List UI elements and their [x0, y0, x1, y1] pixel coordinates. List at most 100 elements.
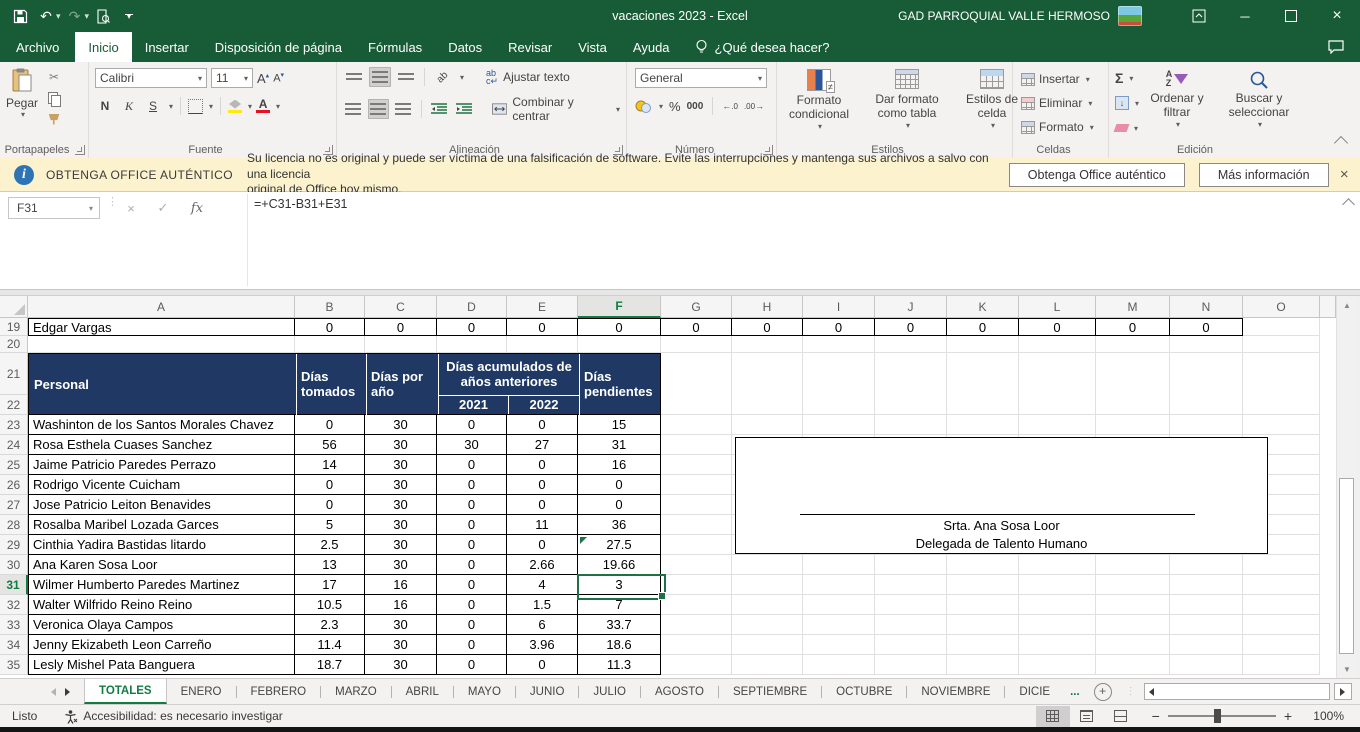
cell-M19[interactable]: 0: [1096, 318, 1170, 336]
cell-L31[interactable]: [1019, 575, 1096, 595]
align-left-icon[interactable]: [343, 99, 364, 119]
cell-D34[interactable]: 0: [437, 635, 507, 655]
cell-G28[interactable]: [661, 515, 732, 535]
qat-customize-icon[interactable]: ▾: [117, 4, 141, 28]
orientation-icon[interactable]: ab: [432, 67, 454, 87]
undo-icon[interactable]: ↶: [34, 4, 58, 28]
fill-color-icon[interactable]: [228, 100, 242, 113]
cell-M20[interactable]: [1096, 336, 1170, 353]
tab-inicio[interactable]: Inicio: [75, 32, 131, 62]
cell-I31[interactable]: [803, 575, 875, 595]
font-color-icon[interactable]: A: [256, 99, 270, 113]
row-header-19[interactable]: 19: [0, 318, 28, 336]
scroll-up-icon[interactable]: ▲: [1337, 296, 1357, 314]
cell-C35[interactable]: 30: [365, 655, 437, 675]
cell-D28[interactable]: 0: [437, 515, 507, 535]
conditional-formatting-button[interactable]: ≠ Formato condicional ▾: [777, 67, 861, 133]
row-header-21[interactable]: 21: [0, 353, 28, 395]
scroll-down-icon[interactable]: ▼: [1337, 660, 1357, 678]
cell-A23[interactable]: Washinton de los Santos Morales Chavez: [28, 415, 295, 435]
cell-H23[interactable]: [732, 415, 803, 435]
cell-G23[interactable]: [661, 415, 732, 435]
cell-F20[interactable]: [578, 336, 661, 353]
cell-A20[interactable]: [28, 336, 295, 353]
column-header-G[interactable]: G: [661, 296, 732, 318]
cell-G25[interactable]: [661, 455, 732, 475]
vertical-scrollbar[interactable]: ▲ ▼: [1336, 296, 1356, 678]
cell-D30[interactable]: 0: [437, 555, 507, 575]
cell-O21[interactable]: [1243, 353, 1320, 415]
cell-B28[interactable]: 5: [295, 515, 365, 535]
cell-A19[interactable]: Edgar Vargas: [28, 318, 295, 336]
header-acumulados[interactable]: Días acumulados de años anteriores: [438, 354, 579, 395]
cell-E19[interactable]: 0: [507, 318, 578, 336]
sheet-tab-dicie[interactable]: DICIE: [1005, 679, 1064, 704]
cell-A31[interactable]: Wilmer Humberto Paredes Martinez: [28, 575, 295, 595]
undo-dropdown-icon[interactable]: ▾: [56, 11, 61, 22]
cancel-entry-icon[interactable]: ×: [118, 197, 144, 219]
cell-A34[interactable]: Jenny Ekizabeth Leon Carreño: [28, 635, 295, 655]
view-page-break-icon[interactable]: [1104, 706, 1138, 727]
cell-D19[interactable]: 0: [437, 318, 507, 336]
cell-G30[interactable]: [661, 555, 732, 575]
align-right-icon[interactable]: [393, 99, 414, 119]
cell-N31[interactable]: [1170, 575, 1243, 595]
cell-B26[interactable]: 0: [295, 475, 365, 495]
sheet-tab-abril[interactable]: ABRIL: [392, 679, 453, 704]
sheet-tab-enero[interactable]: ENERO: [167, 679, 236, 704]
cell-O20[interactable]: [1243, 336, 1320, 353]
cell-C31[interactable]: 16: [365, 575, 437, 595]
italic-icon[interactable]: K: [119, 97, 139, 115]
cell-B31[interactable]: 17: [295, 575, 365, 595]
cell-H35[interactable]: [732, 655, 803, 675]
cell-I23[interactable]: [803, 415, 875, 435]
cell-B35[interactable]: 18.7: [295, 655, 365, 675]
sort-filter-button[interactable]: AZ Ordenar y filtrar ▾: [1139, 68, 1215, 138]
cell-A24[interactable]: Rosa Esthela Cuases Sanchez: [28, 435, 295, 455]
cell-C27[interactable]: 30: [365, 495, 437, 515]
column-header-F[interactable]: F: [578, 296, 661, 318]
cell-K20[interactable]: [947, 336, 1019, 353]
cell-I30[interactable]: [803, 555, 875, 575]
cell-K31[interactable]: [947, 575, 1019, 595]
cell-E33[interactable]: 6: [507, 615, 578, 635]
row-header-35[interactable]: 35: [0, 655, 28, 675]
sheet-tab-julio[interactable]: JULIO: [579, 679, 640, 704]
cell-G20[interactable]: [661, 336, 732, 353]
cell-B29[interactable]: 2.5: [295, 535, 365, 555]
row-header-26[interactable]: 26: [0, 475, 28, 495]
font-color-dropdown-icon[interactable]: ▾: [276, 102, 280, 111]
cell-N32[interactable]: [1170, 595, 1243, 615]
align-center-icon[interactable]: [368, 99, 389, 119]
clipboard-dialog-launcher-icon[interactable]: [75, 145, 85, 155]
row-header-30[interactable]: 30: [0, 555, 28, 575]
view-normal-icon[interactable]: [1036, 706, 1070, 727]
cell-K34[interactable]: [947, 635, 1019, 655]
cell-A28[interactable]: Rosalba Maribel Lozada Garces: [28, 515, 295, 535]
cell-G33[interactable]: [661, 615, 732, 635]
cell-B30[interactable]: 13: [295, 555, 365, 575]
row-header-29[interactable]: 29: [0, 535, 28, 555]
cell-F23[interactable]: 15: [578, 415, 661, 435]
vertical-scrollbar-thumb[interactable]: [1339, 478, 1354, 654]
cell-L23[interactable]: [1019, 415, 1096, 435]
delete-cells-button[interactable]: Eliminar▾: [1021, 93, 1108, 113]
cell-E24[interactable]: 27: [507, 435, 578, 455]
cell-A35[interactable]: Lesly Mishel Pata Banguera: [28, 655, 295, 675]
format-painter-icon[interactable]: [44, 110, 64, 128]
cell-M35[interactable]: [1096, 655, 1170, 675]
cell-L32[interactable]: [1019, 595, 1096, 615]
cell-B27[interactable]: 0: [295, 495, 365, 515]
cell-H19[interactable]: 0: [732, 318, 803, 336]
cell-H33[interactable]: [732, 615, 803, 635]
sheet-tab-septiembre[interactable]: SEPTIEMBRE: [719, 679, 821, 704]
active-cell-selection[interactable]: [577, 574, 666, 600]
cell-C30[interactable]: 30: [365, 555, 437, 575]
cell-N30[interactable]: [1170, 555, 1243, 575]
cell-F19[interactable]: 0: [578, 318, 661, 336]
cell-B20[interactable]: [295, 336, 365, 353]
zoom-slider[interactable]: − +: [1152, 708, 1292, 724]
cell-F27[interactable]: 0: [578, 495, 661, 515]
cell-F35[interactable]: 11.3: [578, 655, 661, 675]
new-sheet-icon[interactable]: +: [1094, 683, 1112, 701]
